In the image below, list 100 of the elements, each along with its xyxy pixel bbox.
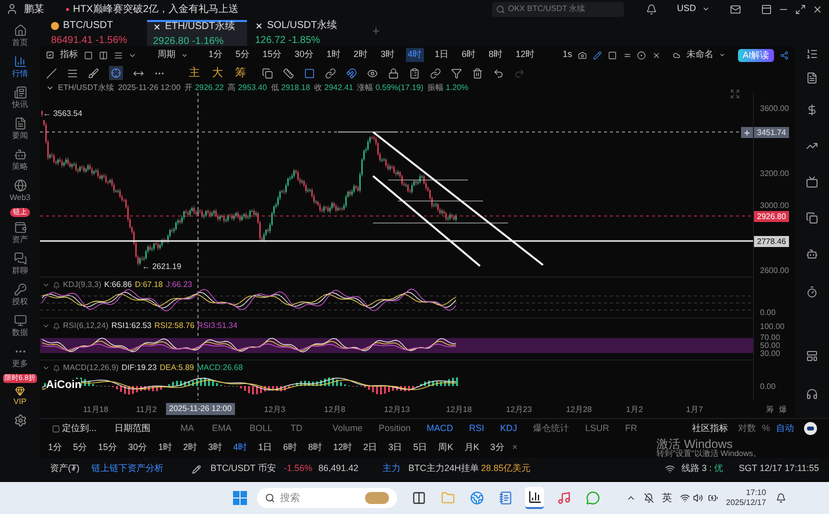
sidebar-item[interactable]: 行情 — [2, 52, 38, 83]
sidebar-label[interactable]: 更多 — [12, 358, 28, 370]
overlay-toggle[interactable]: EMA — [212, 422, 232, 436]
overlay-chip[interactable]: 大 — [212, 64, 223, 82]
sidebar-label[interactable]: Web3 — [10, 192, 30, 204]
close-icon[interactable]: × — [512, 441, 518, 455]
pane-toggle[interactable]: LSUR — [585, 422, 610, 436]
indicator-button[interactable]: 指标 — [60, 48, 78, 62]
taskbar-search-field[interactable]: 搜索 — [280, 490, 350, 506]
interval-tab[interactable]: 30分 — [128, 441, 148, 455]
search-field[interactable]: OKX BTC/USDT 永续 — [508, 3, 608, 15]
news-ticker[interactable]: HTX巅峰赛突破2亿，入金有礼马上送 — [66, 2, 239, 16]
symbol-tab[interactable]: SOL/USDT永续 126.72 -1.85% — [249, 20, 349, 46]
asset-analysis-link[interactable]: 链上链下资产分析 — [92, 462, 164, 476]
interval-tab[interactable]: 4时 — [233, 441, 248, 455]
tray-date[interactable]: 2025/12/17 — [726, 498, 766, 508]
interval-tab[interactable]: 2日 — [363, 441, 378, 455]
sidebar-label[interactable]: 首页 — [12, 37, 28, 49]
tab-symbol[interactable]: BTC/USDT — [63, 18, 113, 33]
sidebar-label[interactable]: 群聊 — [12, 265, 28, 277]
symbol-tab[interactable]: BTC/USDT 86491.41 -1.56% — [45, 20, 145, 46]
ime-indicator[interactable]: 英 — [662, 490, 672, 506]
overlay-toggle[interactable]: MA — [180, 422, 194, 436]
interval-tab[interactable]: 30分 — [292, 48, 316, 62]
locate-button[interactable]: 定位到... — [62, 422, 97, 436]
interval-tab[interactable]: 1日 — [432, 48, 451, 62]
interval-tab[interactable]: 1日 — [258, 441, 272, 455]
interval-tab[interactable]: 6时 — [460, 48, 478, 62]
axis-toggle[interactable]: 爆 — [779, 404, 787, 416]
interval-tab[interactable]: 1时 — [158, 441, 172, 455]
interval-tab[interactable]: 3时 — [378, 48, 397, 62]
pane-toggle[interactable]: MACD — [426, 422, 454, 436]
sidebar-label[interactable]: 行情 — [12, 68, 28, 80]
user-name[interactable]: 鹏某 — [24, 2, 44, 16]
interval-tab[interactable]: 月K — [464, 441, 480, 455]
axis-toggle[interactable]: 筹 — [766, 404, 774, 416]
tab-symbol[interactable]: ETH/USDT永续 — [165, 19, 235, 34]
vip-label[interactable]: VIP — [14, 396, 26, 408]
overlay-chip[interactable]: 筹 — [235, 64, 246, 82]
tray-time[interactable]: 17:10 — [746, 488, 766, 498]
sidebar-item[interactable]: 数据 — [2, 311, 38, 342]
sidebar-item[interactable]: 策略 — [2, 145, 38, 176]
sidebar-item[interactable]: 授权 — [2, 280, 38, 311]
overlay-chip[interactable]: 主 — [189, 64, 200, 82]
pane-toggle[interactable]: Volume — [332, 422, 363, 436]
overlay-toggle[interactable]: TD — [290, 422, 303, 436]
interval-tab[interactable]: 8时 — [486, 48, 505, 62]
sidebar-label[interactable]: 资产 — [12, 234, 28, 246]
search-bar[interactable]: OKX BTC/USDT 永续 — [492, 2, 624, 16]
interval-tab[interactable]: 1时 — [324, 48, 343, 62]
layout-selector[interactable]: 未命名 — [686, 48, 714, 62]
pane-toggle[interactable]: 爆仓统计 — [533, 422, 570, 436]
pane-toggle[interactable]: KDJ — [500, 422, 518, 436]
tab-price[interactable]: 2926.80 -1.16% — [153, 34, 241, 49]
sidebar-item[interactable]: 资产 — [2, 218, 38, 249]
pane-toggle[interactable]: FR — [625, 422, 638, 436]
interval-tab[interactable]: 2时 — [352, 48, 370, 62]
tab-price[interactable]: 126.72 -1.85% — [255, 33, 343, 48]
pane-toggle[interactable]: Position — [378, 422, 411, 436]
interval-tab[interactable]: 15分 — [98, 441, 118, 455]
interval-tab[interactable]: 12时 — [514, 48, 537, 62]
interval-tab[interactable]: 1分 — [206, 48, 224, 62]
tab-price[interactable]: 86491.41 -1.56% — [51, 33, 139, 48]
interval-tab[interactable]: 12时 — [333, 441, 352, 455]
interval-tab[interactable]: 8时 — [308, 441, 322, 455]
interval-tab[interactable]: 6时 — [283, 441, 298, 455]
sidebar-item[interactable]: 首页 — [2, 21, 38, 52]
overlay-toggle[interactable]: BOLL — [250, 422, 273, 436]
headline[interactable]: BTC主力24H挂单 — [408, 462, 479, 476]
auto-toggle[interactable]: 自动 — [776, 422, 794, 436]
sidebar-label[interactable]: 授权 — [12, 296, 28, 308]
tab-symbol[interactable]: SOL/USDT永续 — [267, 18, 338, 33]
currency-selector[interactable]: USD — [676, 2, 696, 16]
interval-tab[interactable]: 2时 — [183, 441, 198, 455]
sidebar-item[interactable]: Web3 — [2, 176, 38, 207]
sidebar-label[interactable]: 快讯 — [12, 99, 28, 111]
interval-tab[interactable]: 周K — [438, 441, 454, 455]
interval-tab[interactable]: 5日 — [413, 441, 428, 455]
taskbar-search-bar[interactable]: 搜索 — [257, 488, 397, 508]
interval-tab[interactable]: 3时 — [208, 441, 222, 455]
interval-tab[interactable]: 3分 — [490, 441, 504, 455]
interval-tab[interactable]: 1分 — [48, 441, 62, 455]
percent-toggle[interactable]: % — [762, 422, 770, 436]
interval-tab[interactable]: 5分 — [233, 48, 252, 62]
interval-tab[interactable]: 5分 — [73, 441, 88, 455]
sidebar-label[interactable]: 要闻 — [12, 130, 28, 142]
sidebar-label[interactable]: 策略 — [12, 161, 28, 173]
pane-toggle[interactable]: RSI — [469, 422, 484, 436]
period-selector[interactable]: 周期 — [157, 48, 176, 62]
community-indicators[interactable]: 社区指标 — [692, 422, 728, 436]
interval-tab[interactable]: 4时 — [406, 48, 424, 62]
log-toggle[interactable]: 对数 — [738, 422, 756, 436]
symbol-tab[interactable]: ETH/USDT永续 2926.80 -1.16% — [147, 20, 247, 46]
sidebar-item[interactable]: 更多 — [2, 342, 38, 373]
seconds-button[interactable]: 1s — [562, 48, 572, 62]
sidebar-item[interactable]: 要闻 — [2, 114, 38, 145]
interval-tab[interactable]: 15分 — [260, 48, 284, 62]
sidebar-item[interactable]: 群聊 — [2, 249, 38, 280]
sidebar-label[interactable]: 数据 — [12, 327, 28, 339]
sidebar-item[interactable]: 快讯 — [2, 83, 38, 114]
